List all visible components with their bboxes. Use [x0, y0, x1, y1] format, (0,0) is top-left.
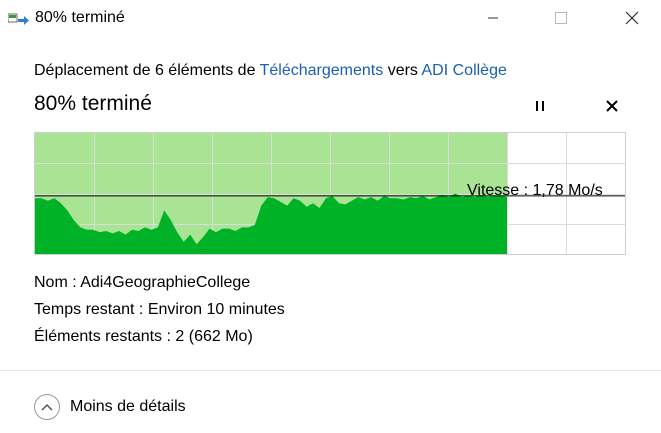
name-label: Nom :	[34, 274, 77, 291]
maximize-icon	[555, 12, 567, 24]
maximize-button[interactable]	[539, 0, 583, 36]
time-remaining-value: Environ 10 minutes	[147, 301, 285, 318]
close-button[interactable]	[610, 0, 654, 36]
name-row: Nom : Adi4GeographieCollege	[34, 274, 250, 292]
source-folder-link[interactable]: Téléchargements	[260, 62, 384, 79]
file-move-icon	[7, 11, 30, 27]
speed-label: Vitesse : 1,78 Mo/s	[467, 182, 603, 199]
items-remaining-label: Éléments restants :	[34, 328, 171, 345]
chevron-up-icon	[34, 394, 60, 420]
footer-separator	[0, 370, 661, 371]
minimize-button[interactable]	[471, 0, 515, 36]
time-remaining-label: Temps restant :	[34, 301, 144, 318]
pause-button[interactable]	[528, 94, 552, 118]
operation-description: Déplacement de 6 éléments de Téléchargem…	[34, 62, 507, 80]
name-value: Adi4GeographieCollege	[80, 274, 251, 291]
title-bar: 80% terminé	[0, 0, 661, 38]
pause-icon	[536, 101, 544, 111]
cancel-icon	[606, 100, 618, 112]
less-details-button[interactable]: Moins de détails	[34, 393, 186, 421]
close-icon	[625, 11, 639, 25]
operation-prefix: Déplacement de 6 éléments de	[34, 62, 256, 79]
less-details-label: Moins de détails	[70, 398, 186, 415]
destination-folder-link[interactable]: ADI Collège	[422, 62, 507, 79]
minimize-icon	[488, 17, 498, 19]
progress-title: 80% terminé	[34, 92, 152, 115]
window-title: 80% terminé	[35, 9, 125, 26]
cancel-button[interactable]	[600, 94, 624, 118]
operation-middle: vers	[387, 62, 418, 79]
items-remaining-value: 2 (662 Mo)	[175, 328, 253, 345]
time-remaining-row: Temps restant : Environ 10 minutes	[34, 301, 285, 319]
items-remaining-row: Éléments restants : 2 (662 Mo)	[34, 328, 253, 346]
